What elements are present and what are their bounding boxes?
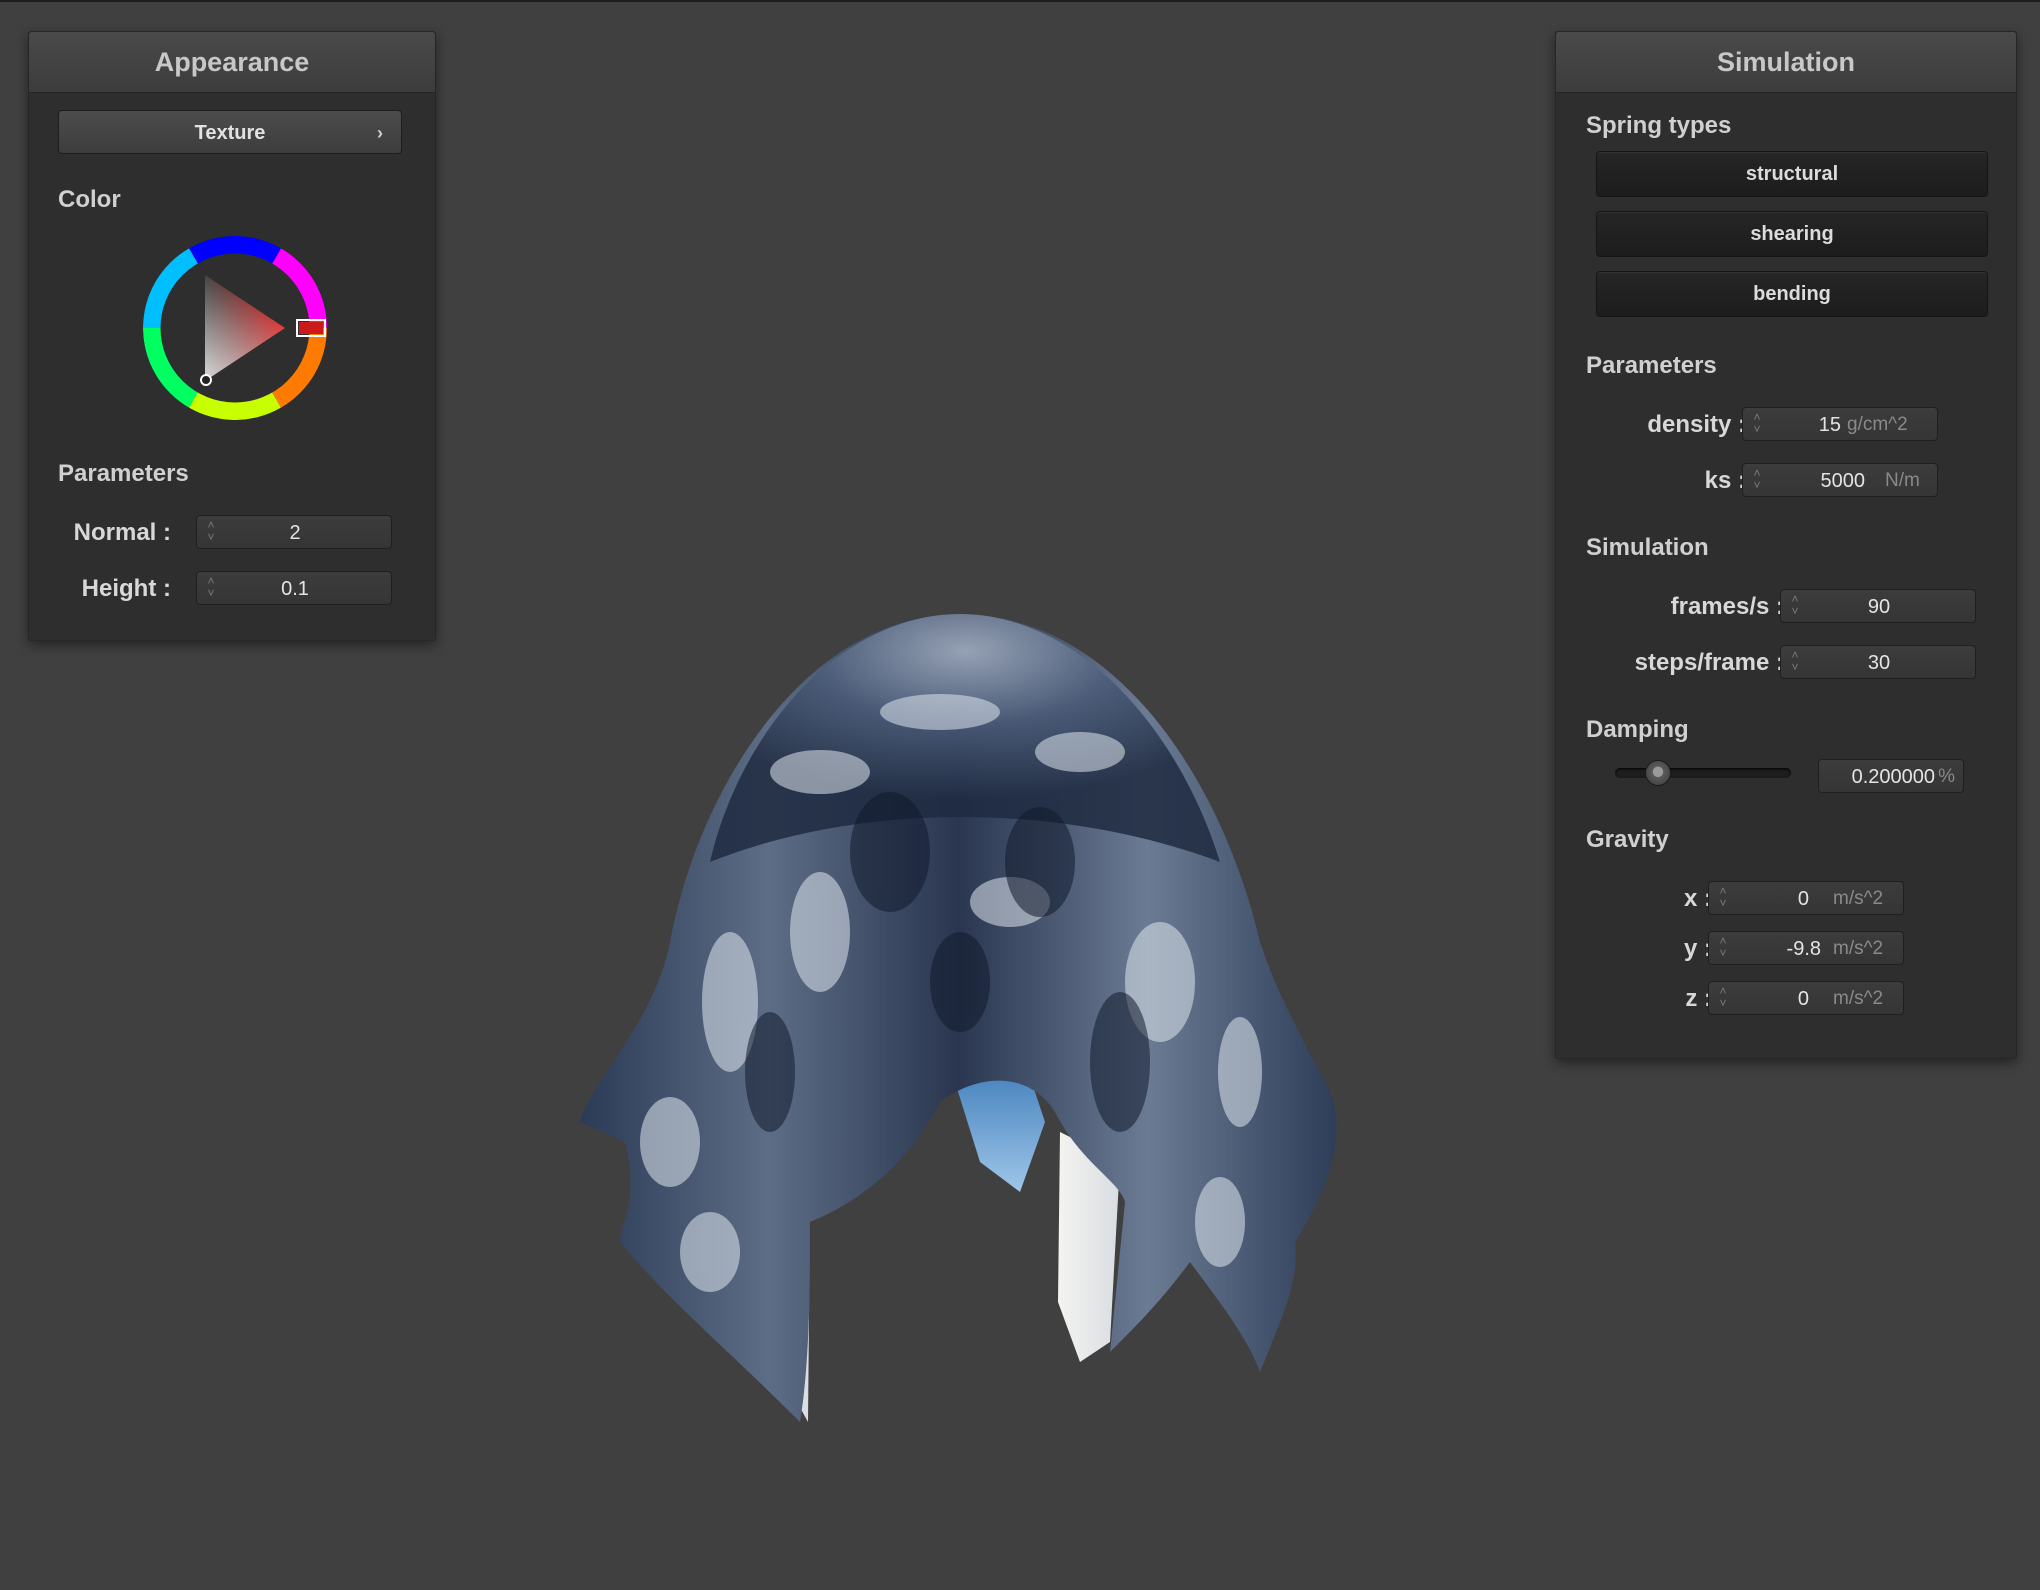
damping-slider[interactable]	[1615, 760, 1791, 786]
frames-per-second-label: frames/s :	[1670, 593, 1784, 620]
hue-marker	[299, 322, 323, 334]
steps-per-frame-input[interactable]: ˄ ˅ 30	[1780, 645, 1976, 679]
density-label: density :	[1647, 411, 1746, 438]
spinner-arrows-icon[interactable]: ˄ ˅	[1751, 411, 1763, 437]
density-value: 15	[1818, 414, 1841, 436]
gravity-y-label: y :	[1683, 935, 1712, 962]
gravity-z-value: 0	[1797, 988, 1809, 1010]
spinner-arrows-icon[interactable]: ˄ ˅	[1717, 985, 1729, 1011]
damping-slider-handle[interactable]	[1645, 760, 1671, 786]
texture-button[interactable]: Texture ›	[58, 110, 402, 154]
shearing-button[interactable]: shearing	[1596, 211, 1988, 257]
ks-value: 5000	[1820, 470, 1866, 492]
frames-per-second-input[interactable]: ˄ ˅ 90	[1780, 589, 1976, 623]
density-unit: g/cm^2	[1847, 414, 1908, 435]
texture-button-label: Texture	[194, 122, 266, 144]
damping-input[interactable]: 0.200000 %	[1818, 759, 1964, 793]
gravity-z-unit: m/s^2	[1833, 988, 1884, 1009]
spinner-arrows-icon[interactable]: ˄ ˅	[1751, 467, 1763, 493]
height-label: Height :	[81, 575, 171, 602]
color-wheel-picker[interactable]	[143, 236, 327, 420]
height-input[interactable]: ˄ ˅ 0.1	[196, 571, 392, 605]
chevron-right-icon: ›	[377, 123, 383, 143]
gravity-y-input[interactable]: ˄ ˅ -9.8 m/s^2	[1708, 931, 1904, 965]
height-value: 0.1	[281, 578, 309, 600]
color-section-title: Color	[58, 186, 121, 213]
appearance-panel: Appearance Texture › Color Parameters No…	[28, 31, 436, 641]
gravity-x-label: x :	[1683, 885, 1712, 912]
structural-button[interactable]: structural	[1596, 151, 1988, 197]
simulation-section-title: Simulation	[1586, 534, 1709, 561]
gravity-z-label: z :	[1685, 985, 1712, 1012]
steps-per-frame-value: 30	[1867, 652, 1891, 674]
spinner-arrows-icon[interactable]: ˄ ˅	[1717, 885, 1729, 911]
gravity-y-unit: m/s^2	[1833, 938, 1884, 959]
ks-unit: N/m	[1885, 470, 1920, 491]
damping-section-title: Damping	[1586, 716, 1689, 743]
normal-label: Normal :	[73, 519, 171, 546]
3d-viewport[interactable]: Appearance Texture › Color Parameters No…	[0, 0, 2040, 1590]
gravity-section-title: Gravity	[1586, 826, 1669, 853]
steps-per-frame-label: steps/frame :	[1634, 649, 1784, 676]
simulation-panel: Simulation Spring types structural shear…	[1555, 31, 2017, 1059]
simulation-panel-title: Simulation	[1556, 32, 2016, 93]
normal-input[interactable]: ˄ ˅ 2	[196, 515, 392, 549]
ks-input[interactable]: ˄ ˅ 5000 N/m	[1742, 463, 1938, 497]
spring-types-title: Spring types	[1586, 112, 1732, 139]
gravity-x-input[interactable]: ˄ ˅ 0 m/s^2	[1708, 881, 1904, 915]
gravity-z-input[interactable]: ˄ ˅ 0 m/s^2	[1708, 981, 1904, 1015]
appearance-parameters-title: Parameters	[58, 460, 189, 487]
gravity-y-value: -9.8	[1786, 938, 1821, 960]
damping-unit: %	[1938, 766, 1955, 787]
density-input[interactable]: ˄ ˅ 15 g/cm^2	[1742, 407, 1938, 441]
simulation-parameters-title: Parameters	[1586, 352, 1717, 379]
cloth-mesh[interactable]	[560, 602, 1360, 1442]
spinner-arrows-icon[interactable]: ˄ ˅	[1717, 935, 1729, 961]
damping-value: 0.200000	[1851, 766, 1935, 788]
gravity-x-value: 0	[1797, 888, 1809, 910]
ks-label: ks :	[1704, 467, 1746, 494]
gravity-x-unit: m/s^2	[1833, 888, 1884, 909]
frames-per-second-value: 90	[1867, 596, 1891, 618]
appearance-panel-title: Appearance	[29, 32, 435, 93]
normal-value: 2	[289, 522, 301, 544]
bending-button[interactable]: bending	[1596, 271, 1988, 317]
